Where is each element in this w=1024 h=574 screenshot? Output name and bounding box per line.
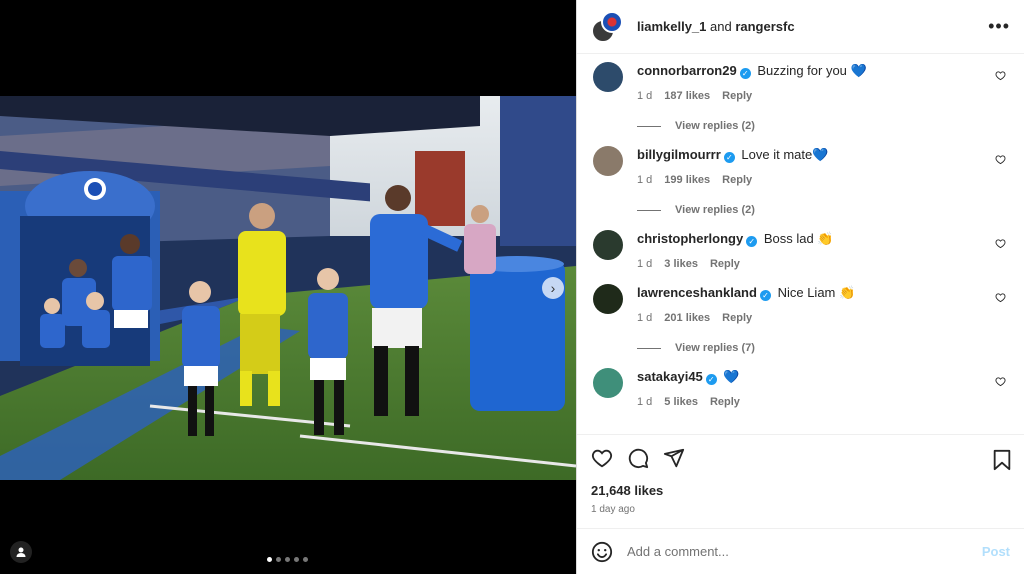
carousel-dot[interactable] [294,557,299,562]
comment-likes[interactable]: 3 likes [664,258,698,270]
reply-button[interactable]: Reply [710,396,740,408]
verified-badge-icon: ✓ [705,374,717,385]
comment-time[interactable]: 1 d [637,258,652,270]
like-comment-heart-icon[interactable] [995,374,1006,392]
comment-bubble-icon[interactable] [627,447,649,469]
reply-button[interactable]: Reply [722,312,752,324]
reply-button[interactable]: Reply [722,174,752,186]
comment-item: billygilmourrr ✓ Love it mate💙 1 d 199 lik… [593,138,1008,222]
verified-badge-icon: ✓ [723,152,735,163]
view-replies-button[interactable]: View replies (7) [637,342,1008,354]
media-pane: › [0,0,576,574]
comment-composer: Post [577,528,1024,574]
like-comment-heart-icon[interactable] [995,236,1006,254]
like-comment-heart-icon[interactable] [995,68,1006,86]
avatar[interactable] [593,368,623,398]
comment-item: satakayi45 ✓ 💙 1 d 5 likes Reply [593,360,1008,408]
comment-likes[interactable]: 199 likes [664,174,710,186]
comment-time[interactable]: 1 d [637,174,652,186]
view-replies-label: View replies (2) [675,204,755,216]
comment-text: Buzzing for you 💙 [757,63,867,78]
comment-likes[interactable]: 187 likes [664,90,710,102]
post-photo[interactable] [0,96,576,480]
reply-button[interactable]: Reply [722,90,752,102]
carousel-dot[interactable] [267,557,272,562]
verified-badge-icon: ✓ [739,68,751,79]
collab-avatars[interactable] [591,10,623,43]
user-icon [16,547,26,557]
comment-likes[interactable]: 5 likes [664,396,698,408]
comment-likes[interactable]: 201 likes [664,312,710,324]
instagram-post-viewer: › liamkelly_1 and rangersfc ••• connorba… [0,0,1024,574]
comment-item: lawrenceshankland ✓ Nice Liam 👏 1 d 201 li… [593,276,1008,360]
save-bookmark-icon[interactable] [992,449,1012,471]
comment-time[interactable]: 1 d [637,90,652,102]
like-comment-heart-icon[interactable] [995,290,1006,308]
carousel-dot[interactable] [276,557,281,562]
comment-item: christopherlongy ✓ Boss lad 👏 1 d 3 likes R… [593,222,1008,276]
comment-username[interactable]: satakayi45 [637,369,703,384]
post-header: liamkelly_1 and rangersfc ••• [577,0,1024,54]
stadium-tunnel-image [0,96,576,480]
more-options-button[interactable]: ••• [988,16,1010,37]
comment-username[interactable]: billygilmourrr [637,147,721,162]
avatar[interactable] [601,10,623,33]
avatar[interactable] [593,146,623,176]
comment-time[interactable]: 1 d [637,312,652,324]
author-joiner: and [706,19,736,34]
comment-text: Love it mate💙 [741,147,829,162]
carousel-next-button[interactable]: › [542,277,564,299]
post-comment-button[interactable]: Post [982,544,1010,559]
post-likes-count[interactable]: 21,648 likes [591,483,1010,498]
comment-time[interactable]: 1 d [637,396,652,408]
comments-list: connorbarron29 ✓ Buzzing for you 💙 1 d 187… [577,54,1024,434]
comment-text: 💙 [723,369,740,384]
comment-item: connorbarron29 ✓ Buzzing for you 💙 1 d 187… [593,54,1008,138]
author-link[interactable]: rangersfc [735,19,794,34]
carousel-dots [267,557,308,562]
comments-panel: liamkelly_1 and rangersfc ••• connorbarr… [576,0,1024,574]
verified-badge-icon: ✓ [759,290,771,301]
author-link[interactable]: liamkelly_1 [637,19,706,34]
view-replies-label: View replies (7) [675,342,755,354]
verified-badge-icon: ✓ [746,236,758,247]
reply-button[interactable]: Reply [710,258,740,270]
view-replies-button[interactable]: View replies (2) [637,120,1008,132]
avatar[interactable] [593,230,623,260]
view-replies-button[interactable]: View replies (2) [637,204,1008,216]
comment-username[interactable]: christopherlongy [637,231,743,246]
comment-text: Boss lad 👏 [763,231,834,246]
post-time-ago[interactable]: 1 day ago [591,504,1010,515]
post-authors: liamkelly_1 and rangersfc [637,19,795,34]
post-actions: 21,648 likes 1 day ago [577,434,1024,528]
comment-username[interactable]: lawrenceshankland [637,285,757,300]
comment-username[interactable]: connorbarron29 [637,63,737,78]
carousel-dot[interactable] [285,557,290,562]
like-heart-icon[interactable] [591,447,613,469]
view-replies-label: View replies (2) [675,120,755,132]
add-comment-input[interactable] [627,544,982,559]
tagged-users-button[interactable] [10,541,32,563]
avatar[interactable] [593,62,623,92]
carousel-dot[interactable] [303,557,308,562]
comment-text: Nice Liam 👏 [777,285,856,300]
like-comment-heart-icon[interactable] [995,152,1006,170]
avatar[interactable] [593,284,623,314]
emoji-icon[interactable] [591,541,613,563]
share-send-icon[interactable] [663,447,685,469]
